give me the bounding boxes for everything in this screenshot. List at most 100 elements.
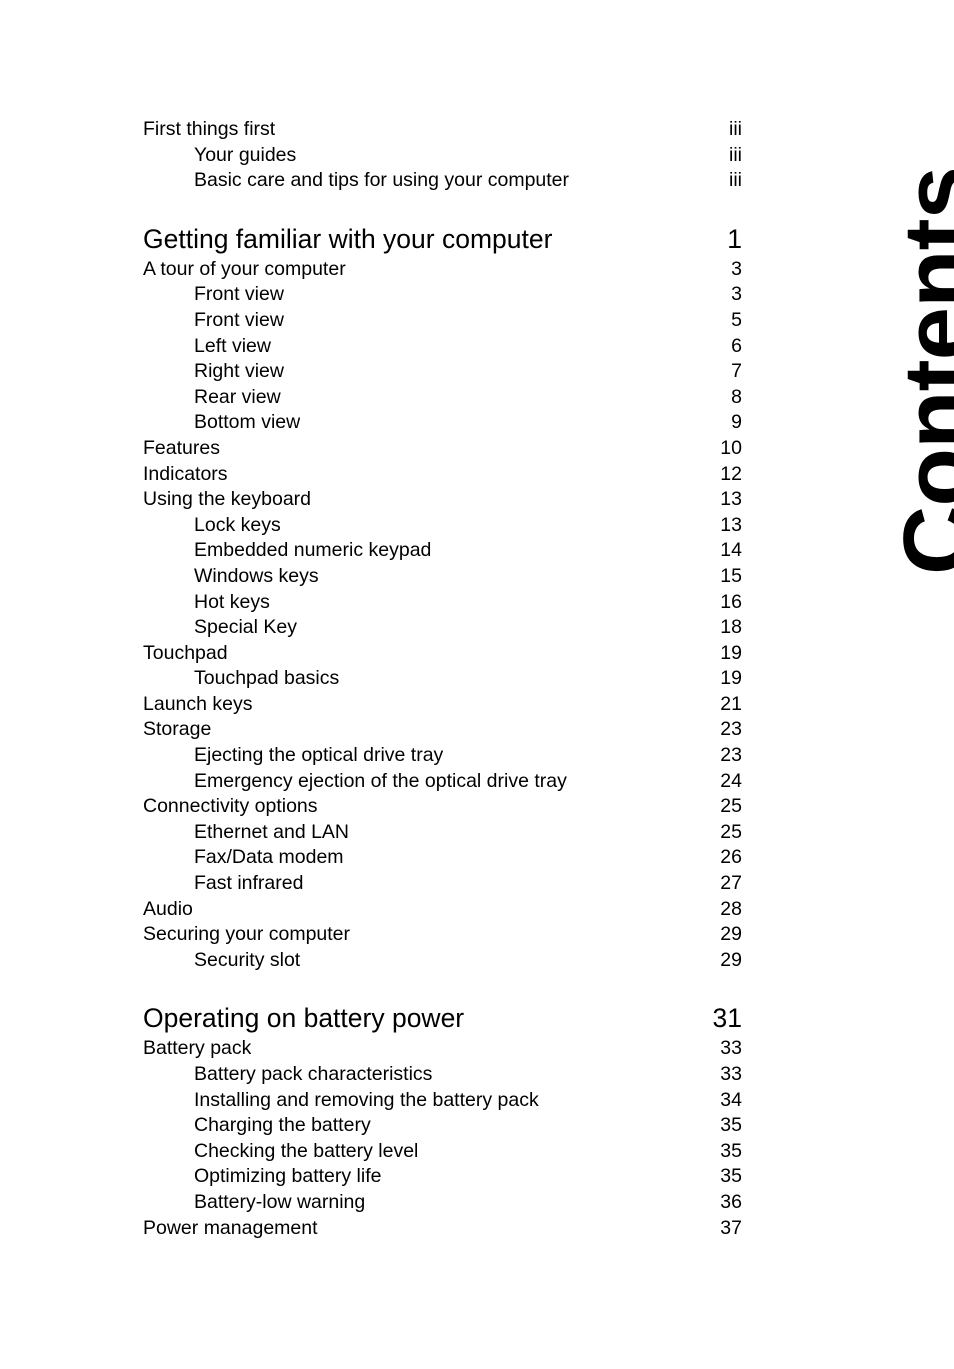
toc-entry-page-number: 26: [720, 846, 742, 869]
toc-entry-page-number: 3: [731, 283, 742, 306]
toc-entry-row[interactable]: Indicators 12: [143, 463, 742, 489]
toc-entry-page-number: 25: [720, 795, 742, 818]
toc-entry-row[interactable]: Front view 3: [143, 283, 742, 309]
toc-entry-label: Emergency ejection of the optical drive …: [194, 769, 567, 792]
toc-entry-row[interactable]: Fast infrared 27: [143, 872, 742, 898]
toc-entry-page-number: 35: [720, 1139, 742, 1162]
toc-entry-label: Securing your computer: [143, 923, 351, 946]
toc-entry-label: Special Key: [194, 616, 297, 639]
toc-entry-label: Bottom view: [194, 411, 301, 434]
toc-entry-row[interactable]: Checking the battery level 35: [143, 1140, 742, 1166]
toc-entry-row[interactable]: Connectivity options 25: [143, 795, 742, 821]
toc-entry-row[interactable]: Launch keys 21: [143, 693, 742, 719]
toc-entry-row[interactable]: Touchpad 19: [143, 642, 742, 668]
toc-chapter-row[interactable]: Operating on battery power 31: [143, 1003, 742, 1037]
toc-entry-page-number: 35: [720, 1165, 742, 1188]
toc-entry-row[interactable]: Lock keys 13: [143, 514, 742, 540]
toc-entry-label: Fax/Data modem: [194, 846, 344, 869]
toc-entry-row[interactable]: Special Key 18: [143, 616, 742, 642]
toc-entry-page-number: 27: [720, 872, 742, 895]
toc-entry-label: Battery pack characteristics: [194, 1063, 433, 1085]
toc-entry-row[interactable]: Emergency ejection of the optical drive …: [143, 770, 742, 796]
toc-entry-row[interactable]: Basic care and tips for using your compu…: [143, 169, 742, 195]
toc-entry-page-number: 3: [731, 257, 742, 280]
toc-entry-row[interactable]: Your guides iii: [143, 144, 742, 170]
toc-entry-page-number: 25: [720, 820, 742, 843]
toc-entry-row[interactable]: Using the keyboard 13: [143, 488, 742, 514]
toc-entry-page-number: 31: [712, 1003, 742, 1034]
toc-entry-row[interactable]: Bottom view 9: [143, 411, 742, 437]
toc-entry-row[interactable]: Rear view 8: [143, 386, 742, 412]
toc-entry-label: Audio: [143, 897, 193, 920]
toc-entry-label: Touchpad basics: [194, 667, 340, 690]
toc-entry-page-number: 28: [720, 897, 742, 920]
toc-entry-page-number: 10: [720, 436, 742, 459]
toc-entry-row[interactable]: Embedded numeric keypad 14: [143, 539, 742, 565]
toc-entry-page-number: 7: [731, 360, 742, 383]
toc-entry-label: Getting familiar with your computer: [143, 223, 553, 254]
toc-entry-page-number: 13: [720, 488, 742, 511]
toc-entry-row[interactable]: Battery pack 33: [143, 1037, 742, 1063]
toc-entry-row[interactable]: Front view 5: [143, 309, 742, 335]
toc-entry-page-number: 14: [720, 539, 742, 562]
toc-entry-label: Connectivity options: [143, 795, 318, 818]
toc-entry-label: Charging the battery: [194, 1114, 371, 1137]
toc-entry-label: Front view: [194, 308, 284, 331]
toc-entry-label: Touchpad: [143, 641, 228, 664]
toc-entry-page-number: iii: [729, 169, 742, 192]
toc-entry-page-number: 21: [720, 692, 742, 715]
toc-entry-row[interactable]: A tour of your computer 3: [143, 258, 742, 284]
toc-entry-label: A tour of your computer: [143, 257, 346, 280]
toc-entry-row[interactable]: Storage 23: [143, 718, 742, 744]
toc-entry-page-number: 9: [731, 411, 742, 434]
toc-entry-label: Basic care and tips for using your compu…: [194, 169, 570, 192]
toc-entry-page-number: 12: [720, 462, 742, 485]
toc-entry-label: Ejecting the optical drive tray: [194, 744, 444, 767]
toc-entry-label: Installing and removing the battery pack: [194, 1088, 539, 1111]
toc-entry-row[interactable]: Windows keys 15: [143, 565, 742, 591]
toc-entry-row[interactable]: Installing and removing the battery pack…: [143, 1089, 742, 1115]
toc-entry-row[interactable]: Left view 6: [143, 335, 742, 361]
toc-entry-label: Fast infrared: [194, 872, 304, 895]
toc-entry-row[interactable]: Battery pack characteristics 33: [143, 1063, 742, 1089]
toc-entry-row[interactable]: Ethernet and LAN 25: [143, 821, 742, 847]
toc-chapter-row[interactable]: Getting familiar with your computer 1: [143, 224, 742, 258]
toc-entry-page-number: 23: [720, 718, 742, 741]
toc-entry-row[interactable]: Optimizing battery life 35: [143, 1165, 742, 1191]
toc-entry-row[interactable]: Right view 7: [143, 360, 742, 386]
toc-entry-label: Left view: [194, 334, 271, 357]
toc-entry-label: Battery pack: [143, 1037, 252, 1060]
toc-entry-page-number: 15: [720, 564, 742, 587]
toc-entry-label: Using the keyboard: [143, 488, 312, 511]
toc-entry-row[interactable]: Touchpad basics 19: [143, 667, 742, 693]
toc-entry-row[interactable]: Securing your computer 29: [143, 923, 742, 949]
toc-entry-row[interactable]: Charging the battery 35: [143, 1114, 742, 1140]
toc-entry-row[interactable]: Features 10: [143, 437, 742, 463]
toc-entry-page-number: 1: [727, 223, 742, 254]
toc-entry-page-number: 8: [731, 385, 742, 408]
toc-entry-row[interactable]: Audio 28: [143, 898, 742, 924]
toc-entry-page-number: 33: [720, 1063, 742, 1085]
toc-entry-page-number: 35: [720, 1114, 742, 1137]
toc-entry-label: Operating on battery power: [143, 1003, 465, 1034]
toc-entry-label: First things first: [143, 118, 276, 140]
toc-entry-page-number: 6: [731, 334, 742, 357]
toc-entry-row[interactable]: Fax/Data modem 26: [143, 846, 742, 872]
toc-entry-row[interactable]: First things first iii: [143, 118, 742, 144]
toc-entry-label: Your guides: [194, 143, 297, 166]
toc-entry-page-number: 18: [720, 616, 742, 639]
toc-entry-row[interactable]: Ejecting the optical drive tray 23: [143, 744, 742, 770]
toc-entry-page-number: 29: [720, 948, 742, 971]
toc-entry-row[interactable]: Battery-low warning 36: [143, 1191, 742, 1217]
toc-entry-row[interactable]: Hot keys 16: [143, 591, 742, 617]
toc-entry-row[interactable]: Power management 37: [143, 1217, 742, 1243]
toc-entry-label: Checking the battery level: [194, 1139, 419, 1162]
toc-entry-row[interactable]: Security slot 29: [143, 949, 742, 975]
toc-entry-page-number: 16: [720, 590, 742, 613]
toc-entry-label: Windows keys: [194, 564, 319, 587]
toc-entry-page-number: 5: [731, 308, 742, 331]
toc-entry-page-number: 19: [720, 641, 742, 664]
toc-entry-page-number: 13: [720, 513, 742, 536]
toc-entry-page-number: 23: [720, 744, 742, 767]
toc-entry-label: Battery-low warning: [194, 1190, 366, 1213]
